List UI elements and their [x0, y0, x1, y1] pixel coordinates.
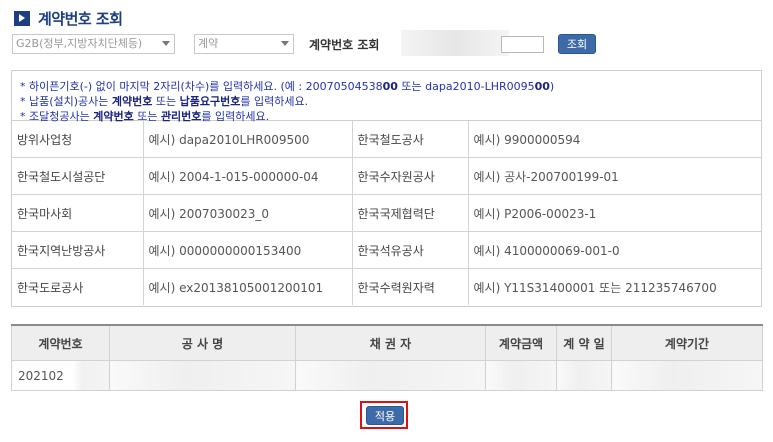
result-table: 계약번호 공 사 명 채 권 자 계약금액 계 약 일 계약기간 202102 [11, 324, 763, 391]
example-value: 예시) 9900000594 [467, 121, 761, 158]
org-name: 한국석유공사 [351, 231, 469, 269]
masked-contract-number [401, 30, 509, 56]
result-amount [485, 360, 557, 391]
example-value: 예시) 2007030023_0 [142, 194, 353, 232]
chevron-down-icon [281, 41, 289, 46]
chevron-down-icon [162, 41, 170, 46]
org-name: 한국마사회 [12, 194, 144, 232]
result-date [556, 360, 612, 391]
page-title: 계약번호 조회 [38, 9, 123, 28]
column-header-contract-no: 계약번호 [11, 324, 110, 361]
column-header-date: 계 약 일 [556, 324, 612, 361]
example-value: 예시) 4100000069-001-0 [467, 231, 761, 269]
example-value: 예시) P2006-00023-1 [467, 194, 761, 232]
info-panel: * 하이픈기호(-) 없이 마지막 2자리(차수)를 입력하세요. (예 : 2… [11, 70, 762, 307]
table-row: 한국지역난방공사 예시) 0000000000153400 한국석유공사 예시)… [12, 231, 761, 269]
org-name: 한국철도공사 [351, 121, 469, 158]
org-name: 한국수자원공사 [351, 157, 469, 195]
result-creditor [295, 360, 486, 391]
example-value: 예시) 공사-200700199-01 [467, 157, 761, 195]
result-period [611, 360, 763, 391]
contract-number-input[interactable] [501, 36, 544, 53]
result-contract-no[interactable]: 202102 [11, 360, 110, 391]
table-row[interactable]: 202102 [11, 360, 763, 391]
agency-select-value: G2B(정부,지방자치단체등) [16, 37, 143, 50]
search-filter-bar: G2B(정부,지방자치단체등) 계약 계약번호 조회 조회 [12, 30, 772, 56]
example-value: 예시) Y11S31400001 또는 211235746700 [467, 268, 761, 305]
table-row: 한국마사회 예시) 2007030023_0 한국국제협력단 예시) P2006… [12, 194, 761, 232]
info-instructions: * 하이픈기호(-) 없이 마지막 2자리(차수)를 입력하세요. (예 : 2… [12, 71, 761, 123]
info-line-1: * 하이픈기호(-) 없이 마지막 2자리(차수)를 입력하세요. (예 : 2… [20, 80, 555, 93]
org-name: 한국수력원자력 [351, 268, 469, 305]
type-select-value: 계약 [198, 37, 219, 50]
type-select[interactable]: 계약 [194, 34, 294, 54]
example-value: 예시) 0000000000153400 [142, 231, 353, 269]
org-name: 한국국제협력단 [351, 194, 469, 232]
info-line-2: * 납품(설치)공사는 계약번호 또는 납품요구번호를 입력하세요. [20, 95, 309, 108]
column-header-name: 공 사 명 [109, 324, 296, 361]
column-header-period: 계약기간 [611, 324, 763, 361]
column-header-amount: 계약금액 [485, 324, 557, 361]
example-value: 예시) 2004-1-015-000000-04 [142, 157, 353, 195]
search-button[interactable]: 조회 [558, 34, 596, 54]
example-value: 예시) dapa2010LHR009500 [142, 121, 353, 158]
arrow-right-icon [14, 10, 30, 26]
table-row: 한국철도시설공단 예시) 2004-1-015-000000-04 한국수자원공… [12, 157, 761, 195]
result-name [109, 360, 296, 391]
result-header-row: 계약번호 공 사 명 채 권 자 계약금액 계 약 일 계약기간 [11, 324, 763, 361]
org-name: 한국지역난방공사 [12, 231, 144, 269]
apply-button[interactable]: 적용 [366, 406, 404, 425]
org-name: 한국철도시설공단 [12, 157, 144, 195]
org-name: 방위사업청 [12, 121, 144, 158]
example-table: 방위사업청 예시) dapa2010LHR009500 한국철도공사 예시) 9… [12, 121, 761, 305]
table-row: 한국도로공사 예시) ex20138105001200101 한국수력원자력 예… [12, 268, 761, 305]
column-header-creditor: 채 권 자 [295, 324, 486, 361]
contract-number-label: 계약번호 조회 [309, 38, 380, 52]
example-value: 예시) ex20138105001200101 [142, 268, 353, 305]
result-panel: 계약번호 공 사 명 채 권 자 계약금액 계 약 일 계약기간 202102 [11, 324, 763, 391]
org-name: 한국도로공사 [12, 268, 144, 305]
table-row: 방위사업청 예시) dapa2010LHR009500 한국철도공사 예시) 9… [12, 121, 761, 158]
page-header: 계약번호 조회 [14, 8, 123, 28]
agency-select[interactable]: G2B(정부,지방자치단체등) [12, 34, 175, 54]
